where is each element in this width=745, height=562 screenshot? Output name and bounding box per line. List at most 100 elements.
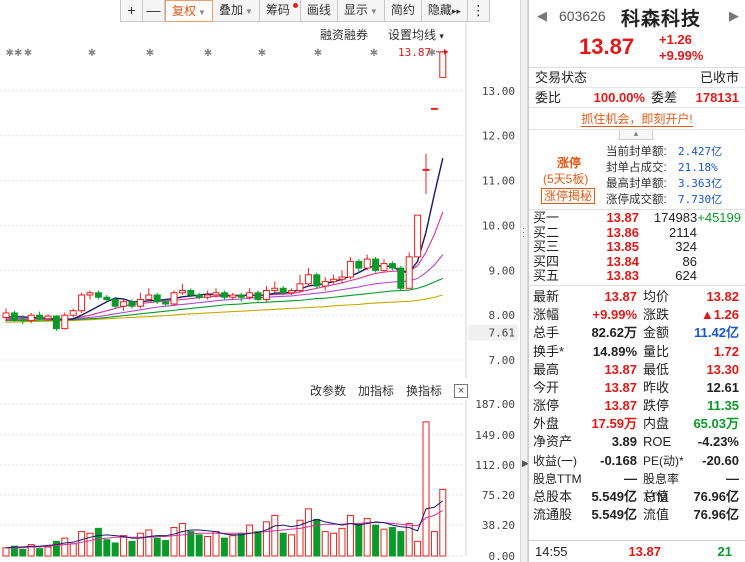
prev-stock-icon[interactable]: ◀ — [537, 8, 547, 24]
add-indicator-button[interactable]: 加指标 — [358, 382, 394, 399]
candle-body — [204, 294, 212, 298]
limit-up-streak: (5天5板) — [543, 172, 589, 186]
candle-body — [288, 290, 296, 294]
stat-value: -0.168 — [600, 452, 637, 468]
candle-body — [61, 314, 69, 330]
stat-value: 5.549亿 — [591, 507, 637, 523]
event-marker-icon: ✱ — [146, 48, 154, 59]
volume-bar — [170, 527, 178, 557]
order-book-row[interactable]: 买五 13.83 624 — [529, 269, 745, 284]
stat-label: 涨停 — [533, 398, 560, 414]
modify-params-button[interactable]: 改参数 — [310, 382, 346, 399]
stats-row: 总手 82.62万 金额 11.42亿 — [529, 324, 745, 342]
stat-value: 14.89% — [592, 343, 637, 359]
collapse-tab-icon[interactable]: ▲ — [619, 130, 653, 140]
stat-value: 13.87 — [604, 288, 637, 304]
bid-level-label: 买二 — [533, 224, 560, 240]
bid-price: 13.87 — [606, 210, 639, 225]
candle-body — [10, 312, 18, 321]
candle-body — [254, 292, 262, 300]
volume-bar — [262, 521, 270, 557]
promo-link[interactable]: 抓住机会，即刻开户! — [529, 108, 745, 130]
candlestick-chart[interactable]: 13.0012.0011.0010.009.008.007.617.00✱✱ ✱ ✱… — [0, 0, 520, 380]
volume-bar — [195, 534, 203, 557]
event-marker-icon: ✱ — [258, 48, 266, 59]
volume-bar — [338, 527, 346, 557]
volume-axis-tick: 38.20 — [482, 519, 515, 532]
order-book-row[interactable]: 买一 13.87 174983 +45199 — [529, 210, 745, 226]
volume-bar — [271, 514, 279, 557]
stats-row: 换手* 14.89% 量比 1.72 — [529, 343, 745, 361]
candle-body — [212, 292, 220, 296]
stat-value: 13.87 — [604, 361, 637, 377]
candle-body — [246, 292, 254, 298]
candle-body — [414, 214, 422, 258]
volume-chart[interactable]: 187.00 149.00 112.00 75.20 38.20 0.00 — [0, 400, 520, 562]
limit-detail-value: 21.18% — [678, 161, 718, 174]
stat-label: 外盘 — [533, 416, 560, 432]
stat-value: 65.03万 — [693, 416, 739, 432]
bid-volume: 174983 — [653, 210, 698, 225]
order-ratio-row: 委比 100.00% 委差 178131 — [529, 88, 745, 108]
volume-bar — [69, 543, 77, 557]
event-marker-icon: ✱✱ — [6, 48, 23, 59]
candle-body — [187, 290, 195, 296]
change-percent: +9.99% — [659, 48, 704, 63]
candle-body — [237, 294, 245, 298]
limit-detail-label: 涨停成交额: — [606, 194, 667, 206]
volume-axis-tick: 187.00 — [475, 400, 515, 411]
close-icon[interactable]: × — [454, 383, 469, 398]
chart-area[interactable]: + — 复权 ▼ 叠加 ▼ 筹码 画线 显示 ▼ 简约 隐藏▸▸ ⋮ 融资融券 设置均… — [0, 0, 520, 562]
stat-label: 金额 — [643, 325, 670, 341]
stat-label: 换手* — [533, 343, 565, 359]
order-book-row[interactable]: 买三 13.85 324 — [529, 240, 745, 255]
stock-code: 603626 — [559, 8, 606, 24]
candle-body — [145, 294, 153, 300]
candle-body — [178, 290, 186, 294]
stat-label: 涨跌 — [643, 307, 670, 323]
candle-body — [86, 292, 94, 296]
change-value: +1.26 — [659, 32, 692, 47]
candle-body — [52, 315, 60, 330]
volume-bar — [19, 548, 27, 557]
volume-bar — [162, 540, 170, 557]
candle-body — [128, 301, 136, 307]
candle-body — [170, 292, 178, 305]
volume-bar — [153, 537, 161, 557]
order-book-row[interactable]: 买四 13.84 86 — [529, 253, 745, 270]
bid-level-label: 买四 — [533, 253, 560, 269]
stat-label: PE(动)* — [643, 453, 684, 468]
volume-bar — [204, 535, 212, 557]
event-marker-icon: ✱ — [88, 48, 96, 59]
status-value: 已收市 — [699, 70, 739, 85]
candle-body — [153, 294, 161, 303]
volume-bar — [321, 531, 329, 557]
grip-icon: · · · — [522, 223, 525, 241]
limit-up-reveal-button[interactable]: 涨停揭秘 — [541, 188, 596, 204]
stats-row: 收益(一) -0.168 PE(动)* -20.60 — [529, 452, 745, 470]
stat-label: 最新 — [533, 288, 560, 304]
order-book-row[interactable]: 买二 13.86 2114 — [529, 224, 745, 241]
stats-row: 总股本 5.549亿 总值 76.96亿 — [529, 488, 745, 506]
panel-splitter[interactable]: · · · ▶ — [520, 0, 529, 562]
limit-detail-row: 涨停成交额: 7.730亿 — [606, 192, 722, 208]
stat-value: -20.60 — [702, 452, 739, 468]
price-axis-tick: 7.00 — [489, 354, 516, 367]
price-axis-tick: 9.00 — [489, 264, 516, 277]
candle-body — [162, 301, 170, 305]
stat-label: 净资产 — [533, 434, 573, 450]
price-axis-tick: 13.00 — [482, 85, 515, 98]
volume-bar — [36, 548, 44, 557]
status-label: 交易状态 — [535, 70, 588, 85]
limit-detail-row: 最高封单额: 3.363亿 — [606, 176, 722, 192]
volume-bar — [145, 529, 153, 557]
candle-body — [120, 301, 128, 307]
bid-volume-change: +45199 — [697, 210, 741, 225]
next-stock-icon[interactable]: ▶ — [729, 8, 739, 24]
volume-bar — [178, 522, 186, 557]
stat-label: 收益(一) — [533, 453, 577, 468]
stat-value: 3.89 — [611, 434, 637, 450]
volume-bar — [229, 535, 237, 557]
limit-detail-row: 当前封单额: 2.427亿 — [606, 144, 722, 160]
change-indicator-button[interactable]: 换指标 — [406, 382, 442, 399]
